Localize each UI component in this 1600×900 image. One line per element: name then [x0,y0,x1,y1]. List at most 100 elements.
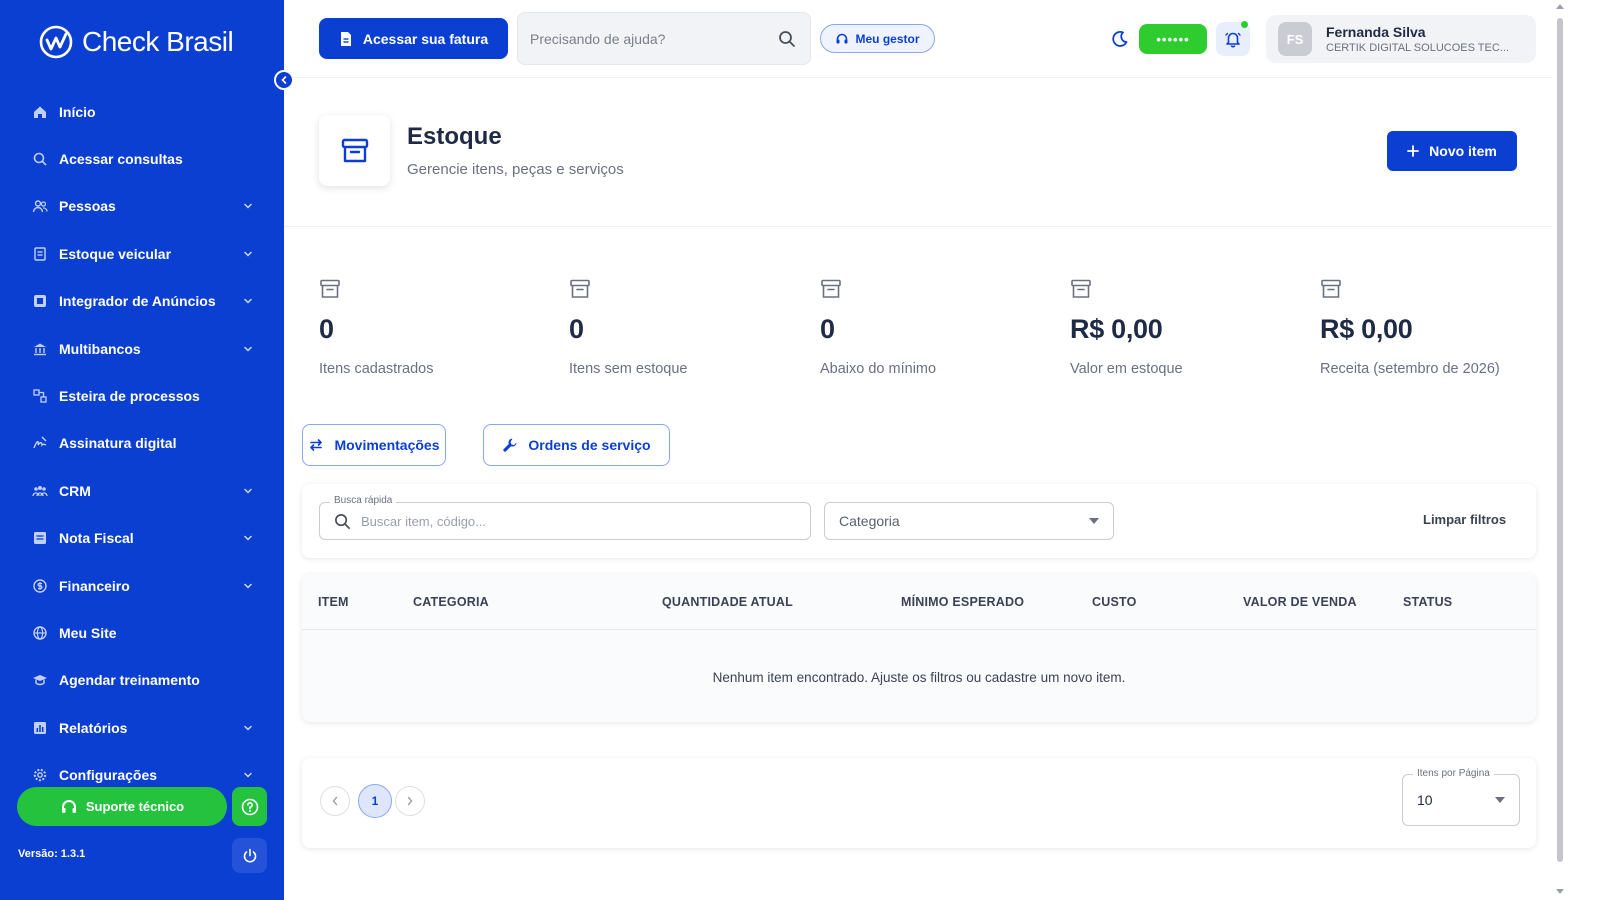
help-search-input[interactable] [530,30,778,47]
sidebar-item-12[interactable]: Agendar treinamento [0,657,284,704]
help-button[interactable] [232,787,267,826]
stat-value: 0 [820,314,835,344]
search-icon[interactable] [778,30,796,48]
table-header-cell[interactable]: ITEM [318,595,349,609]
items-per-page-select[interactable]: Itens por Página 10 [1402,768,1520,826]
theme-toggle-button[interactable] [1110,29,1130,49]
sidebar-item-0[interactable]: Início [0,88,284,135]
sidebar-item-10[interactable]: Financeiro [0,562,284,609]
sidebar-item-2[interactable]: Pessoas [0,183,284,230]
document-icon [340,31,351,46]
stat-label: Valor em estoque [1070,361,1183,377]
support-button[interactable]: Suporte técnico [17,787,227,826]
page-scrollbar[interactable] [1552,0,1568,900]
plus-icon [1407,145,1420,157]
sidebar-item-label: Assinatura digital [59,435,177,452]
sidebar-item-9[interactable]: Nota Fiscal [0,515,284,562]
prev-page-button[interactable] [320,786,350,816]
sidebar-item-label: Acessar consultas [59,151,183,168]
archive-box-icon [320,279,340,298]
table-header-cell[interactable]: CATEGORIA [413,595,489,609]
top-bar: Acessar sua fatura Meu gestor •••••• FS [284,0,1552,78]
stat-value: R$ 0,00 [1320,314,1413,344]
page-number-button[interactable]: 1 [358,784,392,818]
quick-search: Busca rápida [319,495,811,540]
ads-icon [34,295,46,308]
sidebar-item-label: Nota Fiscal [59,530,134,547]
search-icon [33,152,47,166]
table-header-row: ITEM CATEGORIA QUANTIDADE ATUAL MÍNIMO ESPE… [302,574,1536,630]
table-header-cell[interactable]: CUSTO [1092,595,1137,609]
clear-filters-button[interactable]: Limpar filtros [1423,512,1506,527]
stat-label: Receita (setembro de 2026) [1320,361,1500,377]
globe-icon [33,626,47,640]
sidebar-item-label: Estoque veicular [59,245,172,262]
pagination-card: 1 Itens por Página 10 [302,758,1536,848]
items-table: ITEM CATEGORIA QUANTIDADE ATUAL MÍNIMO ESPE… [302,574,1536,722]
sidebar-item-6[interactable]: Esteira de processos [0,372,284,419]
archive-box-icon [821,279,841,298]
table-header-cell[interactable]: MÍNIMO ESPERADO [901,595,1024,609]
sidebar-item-label: Agendar treinamento [59,672,200,689]
brand-name: Check Brasil [82,26,234,57]
avatar: FS [1278,22,1312,56]
archive-box-icon [341,138,368,162]
caret-down-icon [1495,797,1505,803]
chevron-left-icon [332,796,338,806]
new-item-button[interactable]: Novo item [1387,131,1517,171]
archive-box-icon [570,279,590,298]
power-icon [243,848,256,863]
sidebar-item-11[interactable]: Meu Site [0,609,284,656]
my-manager-button[interactable]: Meu gestor [820,24,935,53]
service-orders-button[interactable]: Ordens de serviço [483,424,670,466]
scroll-down-arrow[interactable] [1556,889,1564,894]
headset-icon [836,33,848,43]
sidebar-item-label: Financeiro [59,577,130,594]
sidebar-collapse-button[interactable] [274,70,294,90]
sidebar-item-1[interactable]: Acessar consultas [0,135,284,182]
sidebar-item-label: Multibancos [59,340,141,357]
items-per-page-value: 10 [1417,792,1433,808]
invoice-button[interactable]: Acessar sua fatura [319,18,508,59]
logout-button[interactable] [232,838,267,873]
quick-search-input[interactable] [361,513,810,529]
quick-search-label: Busca rápida [330,495,397,506]
page-header: Estoque Gerencie itens, peças e serviços… [284,79,1552,227]
masked-status-pill[interactable]: •••••• [1139,24,1207,54]
service-orders-label: Ordens de serviço [528,437,651,453]
next-page-button[interactable] [395,786,425,816]
user-menu[interactable]: FS Fernanda Silva CERTIK DIGITAL SOLUCOE… [1266,15,1536,63]
notifications-button[interactable] [1216,21,1250,56]
chevron-down-icon [244,251,252,257]
sidebar-item-5[interactable]: Multibancos [0,325,284,372]
brand-logo[interactable]: Check Brasil [38,24,234,60]
signature-icon [33,436,47,449]
headset-icon [61,799,76,813]
user-company: CERTIK DIGITAL SOLUCOES TEC... [1326,42,1509,54]
stat-card-2: 0 Abaixo do mínimo [820,278,1060,377]
caret-down-icon [1089,518,1099,524]
scroll-thumb[interactable] [1557,18,1563,862]
table-header-cell[interactable]: STATUS [1403,595,1452,609]
sidebar-item-7[interactable]: Assinatura digital [0,420,284,467]
table-empty-message: Nenhum item encontrado. Ajuste os filtro… [712,670,1126,685]
sidebar-item-4[interactable]: Integrador de Anúncios [0,278,284,325]
category-select[interactable]: Categoria [824,502,1114,540]
sidebar-item-8[interactable]: CRM [0,467,284,514]
sidebar-item-13[interactable]: Relatórios [0,704,284,751]
chevron-down-icon [244,299,252,304]
sidebar-item-3[interactable]: Estoque veicular [0,230,284,277]
scroll-up-arrow[interactable] [1556,4,1564,9]
movements-button[interactable]: Movimentações [302,424,446,466]
invoice-label: Acessar sua fatura [362,30,489,47]
stat-label: Itens cadastrados [319,361,434,377]
sidebar-item-label: Início [59,103,96,120]
page-subtitle: Gerencie itens, peças e serviços [407,161,624,178]
category-select-value: Categoria [839,513,900,529]
stat-card-0: 0 Itens cadastrados [319,278,559,377]
stat-card-3: R$ 0,00 Valor em estoque [1070,278,1310,377]
stat-value: 0 [319,314,334,344]
stat-card-4: R$ 0,00 Receita (setembro de 2026) [1320,278,1560,377]
table-header-cell[interactable]: QUANTIDADE ATUAL [662,595,793,609]
table-header-cell[interactable]: VALOR DE VENDA [1243,595,1357,609]
